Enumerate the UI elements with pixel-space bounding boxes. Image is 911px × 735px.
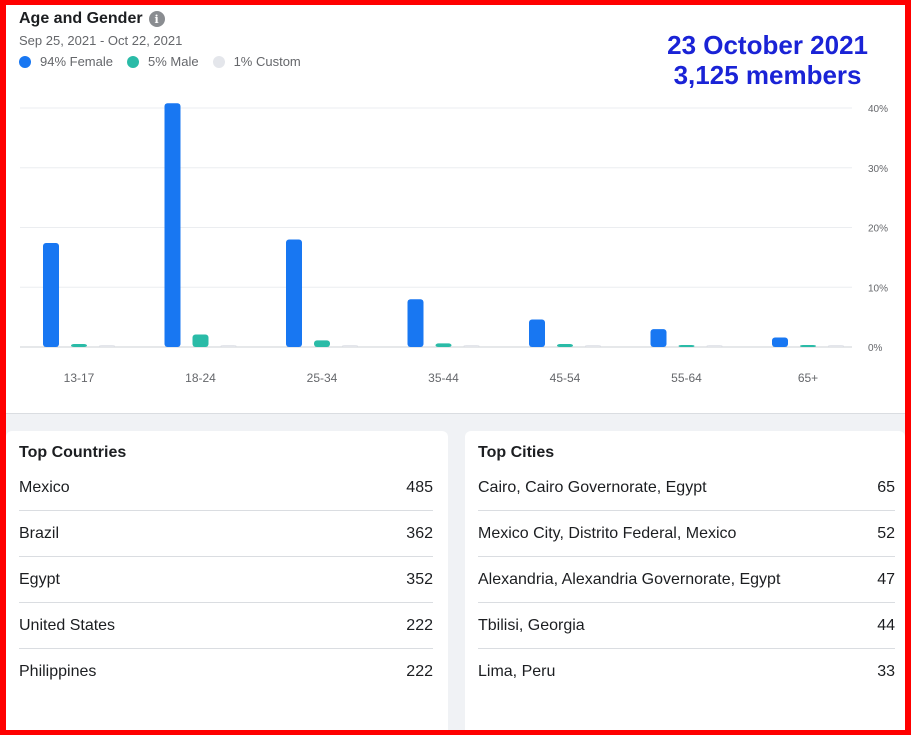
country-name: Brazil [19, 524, 60, 542]
country-count: 352 [406, 570, 433, 588]
bar-female-35-44 [407, 299, 424, 347]
country-count: 222 [406, 616, 433, 634]
top-cities-title: Top Cities [478, 444, 555, 461]
x-tick-label: 25-34 [307, 371, 338, 385]
bar-custom-45-54 [585, 345, 601, 347]
bar-custom-65+ [828, 345, 844, 347]
country-name: United States [19, 616, 116, 634]
list-item: Egypt 352 [19, 557, 433, 603]
bar-male-55-64 [678, 345, 695, 347]
list-item: Brazil 362 [19, 511, 433, 557]
x-tick-label: 35-44 [428, 371, 459, 385]
x-tick-label: 13-17 [64, 371, 95, 385]
y-tick-label: 30% [868, 164, 888, 175]
annotation-members: 3,125 members [673, 60, 862, 90]
city-name: Alexandria, Alexandria Governorate, Egyp… [478, 570, 781, 588]
country-name: Mexico [19, 478, 70, 496]
x-tick-label: 45-54 [550, 371, 581, 385]
list-item: Mexico City, Distrito Federal, Mexico 52 [478, 511, 895, 557]
country-name: Egypt [19, 570, 60, 588]
bar-male-35-44 [435, 343, 452, 347]
bar-custom-55-64 [706, 345, 723, 347]
bar-male-18-24 [192, 334, 209, 347]
city-name: Lima, Peru [478, 663, 556, 680]
top-countries-list: Mexico 485 Brazil 362 Egypt 352 United Stat… [19, 465, 433, 695]
annotation-date: 23 October 2021 [667, 30, 868, 60]
country-count: 362 [406, 524, 433, 542]
city-name: Mexico City, Distrito Federal, Mexico [478, 524, 737, 542]
bar-female-45-54 [529, 319, 545, 347]
snapshot-annotation: 23 October 2021 3,125 members [667, 30, 868, 90]
top-countries-panel: Top Countries Mexico 485 Brazil 362 Egypt 3… [6, 431, 448, 730]
bar-custom-25-34 [342, 345, 358, 347]
bar-female-65+ [772, 337, 788, 347]
list-item: Cairo, Cairo Governorate, Egypt 65 [478, 465, 895, 511]
y-tick-label: 0% [868, 343, 883, 354]
country-count: 222 [406, 663, 433, 680]
x-tick-label: 55-64 [671, 371, 702, 385]
list-item: Tbilisi, Georgia 44 [478, 603, 895, 649]
bar-male-45-54 [557, 344, 573, 347]
bar-custom-18-24 [220, 345, 237, 347]
bar-custom-13-17 [99, 345, 115, 347]
bar-custom-35-44 [463, 345, 480, 347]
insights-frame: Age and Gender i Sep 25, 2021 - Oct 22, … [6, 5, 905, 730]
top-cities-list: Cairo, Cairo Governorate, Egypt 65 Mexico… [478, 465, 895, 695]
bar-female-13-17 [43, 243, 59, 347]
y-tick-label: 40% [868, 104, 888, 115]
list-item: Philippines 222 [19, 649, 433, 695]
bar-female-55-64 [650, 329, 667, 347]
y-tick-label: 10% [868, 283, 888, 294]
city-count: 44 [877, 616, 895, 634]
city-name: Tbilisi, Georgia [478, 616, 585, 634]
bar-male-13-17 [71, 344, 87, 347]
bar-male-25-34 [314, 340, 330, 347]
country-count: 485 [406, 478, 433, 496]
city-count: 47 [877, 570, 895, 588]
country-name: Philippines [19, 663, 97, 680]
list-item: Mexico 485 [19, 465, 433, 511]
list-item: Alexandria, Alexandria Governorate, Egyp… [478, 557, 895, 603]
y-tick-label: 20% [868, 224, 888, 235]
top-cities-panel: Top Cities Cairo, Cairo Governorate, Egy… [465, 431, 905, 730]
city-count: 33 [877, 663, 895, 680]
bar-male-65+ [800, 345, 816, 347]
city-count: 65 [877, 478, 895, 496]
city-name: Cairo, Cairo Governorate, Egypt [478, 478, 707, 496]
age-gender-card: Age and Gender i Sep 25, 2021 - Oct 22, … [6, 5, 905, 414]
city-count: 52 [877, 524, 895, 542]
top-countries-title: Top Countries [19, 444, 127, 461]
bar-female-18-24 [164, 103, 181, 347]
list-item: Lima, Peru 33 [478, 649, 895, 695]
bar-female-25-34 [286, 239, 302, 347]
x-tick-label: 18-24 [185, 371, 216, 385]
list-item: United States 222 [19, 603, 433, 649]
x-tick-label: 65+ [798, 371, 818, 385]
